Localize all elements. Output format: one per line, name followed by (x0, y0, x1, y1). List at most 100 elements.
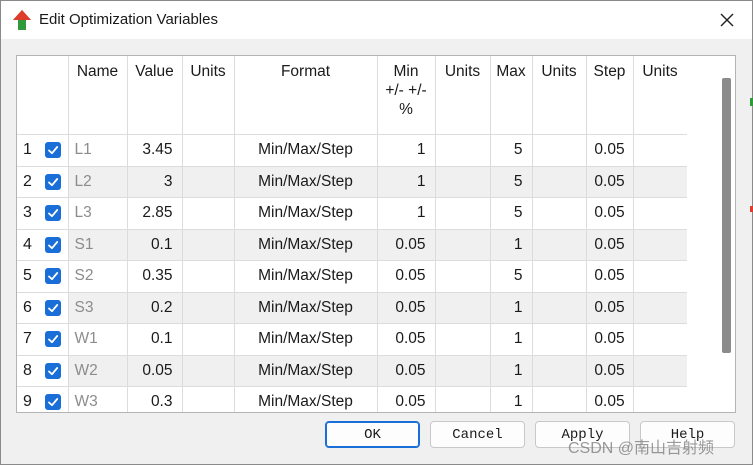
step-units-cell[interactable] (633, 229, 688, 261)
min-units-cell[interactable] (435, 197, 491, 230)
table-row[interactable]: 4 S1 0.1 Min/Max/Step 0.05 1 0.05 (17, 229, 688, 261)
name-cell[interactable]: L2 (68, 166, 128, 198)
step-cell[interactable]: 0.05 (586, 260, 634, 293)
enable-checkbox[interactable] (45, 236, 62, 253)
units-cell[interactable] (182, 386, 235, 412)
units-cell[interactable] (182, 292, 235, 324)
units-cell[interactable] (182, 134, 235, 167)
step-units-cell[interactable] (633, 260, 688, 293)
help-button[interactable]: Help (640, 421, 735, 448)
step-cell[interactable]: 0.05 (586, 355, 634, 387)
min-units-cell[interactable] (435, 260, 491, 293)
format-cell[interactable]: Min/Max/Step (234, 323, 378, 356)
enable-checkbox[interactable] (45, 205, 62, 222)
header-max[interactable]: Max (490, 56, 533, 135)
value-cell[interactable]: 0.1 (127, 229, 183, 261)
table-row[interactable]: 3 L3 2.85 Min/Max/Step 1 5 0.05 (17, 197, 688, 230)
format-cell[interactable]: Min/Max/Step (234, 355, 378, 387)
max-units-cell[interactable] (532, 292, 587, 324)
min-units-cell[interactable] (435, 386, 491, 412)
min-cell[interactable]: 0.05 (377, 355, 436, 387)
close-button[interactable] (714, 7, 740, 33)
table-row[interactable]: 2 L2 3 Min/Max/Step 1 5 0.05 (17, 166, 688, 198)
step-units-cell[interactable] (633, 323, 688, 356)
header-checkbox[interactable] (39, 56, 69, 135)
step-cell[interactable]: 0.05 (586, 197, 634, 230)
format-cell[interactable]: Min/Max/Step (234, 134, 378, 167)
units-cell[interactable] (182, 197, 235, 230)
enable-checkbox[interactable] (45, 142, 62, 159)
header-units[interactable]: Units (182, 56, 235, 135)
table-row[interactable]: 1 L1 3.45 Min/Max/Step 1 5 0.05 (17, 134, 688, 167)
enable-checkbox-cell[interactable] (39, 386, 69, 412)
step-units-cell[interactable] (633, 197, 688, 230)
max-cell[interactable]: 1 (490, 292, 533, 324)
value-cell[interactable]: 0.1 (127, 323, 183, 356)
name-cell[interactable]: S1 (68, 229, 128, 261)
min-units-cell[interactable] (435, 166, 491, 198)
value-cell[interactable]: 0.05 (127, 355, 183, 387)
header-step[interactable]: Step (586, 56, 634, 135)
value-cell[interactable]: 3 (127, 166, 183, 198)
max-cell[interactable]: 1 (490, 229, 533, 261)
format-cell[interactable]: Min/Max/Step (234, 197, 378, 230)
max-cell[interactable]: 1 (490, 323, 533, 356)
step-cell[interactable]: 0.05 (586, 166, 634, 198)
table-row[interactable]: 7 W1 0.1 Min/Max/Step 0.05 1 0.05 (17, 323, 688, 356)
enable-checkbox-cell[interactable] (39, 197, 69, 230)
min-cell[interactable]: 1 (377, 134, 436, 167)
step-cell[interactable]: 0.05 (586, 134, 634, 167)
format-cell[interactable]: Min/Max/Step (234, 260, 378, 293)
step-cell[interactable]: 0.05 (586, 323, 634, 356)
min-units-cell[interactable] (435, 323, 491, 356)
name-cell[interactable]: W2 (68, 355, 128, 387)
name-cell[interactable]: W3 (68, 386, 128, 412)
name-cell[interactable]: S2 (68, 260, 128, 293)
min-cell[interactable]: 0.05 (377, 386, 436, 412)
max-cell[interactable]: 1 (490, 355, 533, 387)
enable-checkbox-cell[interactable] (39, 260, 69, 293)
apply-button[interactable]: Apply (535, 421, 630, 448)
value-cell[interactable]: 0.3 (127, 386, 183, 412)
enable-checkbox[interactable] (45, 394, 62, 411)
name-cell[interactable]: W1 (68, 323, 128, 356)
step-units-cell[interactable] (633, 355, 688, 387)
header-name[interactable]: Name (68, 56, 128, 135)
step-units-cell[interactable] (633, 386, 688, 412)
min-cell[interactable]: 1 (377, 166, 436, 198)
max-units-cell[interactable] (532, 323, 587, 356)
max-units-cell[interactable] (532, 355, 587, 387)
enable-checkbox-cell[interactable] (39, 134, 69, 167)
min-cell[interactable]: 0.05 (377, 260, 436, 293)
table-row[interactable]: 5 S2 0.35 Min/Max/Step 0.05 5 0.05 (17, 260, 688, 293)
max-units-cell[interactable] (532, 386, 587, 412)
min-units-cell[interactable] (435, 292, 491, 324)
format-cell[interactable]: Min/Max/Step (234, 292, 378, 324)
enable-checkbox-cell[interactable] (39, 229, 69, 261)
enable-checkbox[interactable] (45, 173, 62, 190)
step-units-cell[interactable] (633, 134, 688, 167)
header-format[interactable]: Format (234, 56, 378, 135)
min-cell[interactable]: 0.05 (377, 292, 436, 324)
header-min[interactable]: Min +/- +/-% (377, 56, 436, 135)
max-units-cell[interactable] (532, 260, 587, 293)
enable-checkbox[interactable] (45, 362, 62, 379)
value-cell[interactable]: 2.85 (127, 197, 183, 230)
enable-checkbox-cell[interactable] (39, 166, 69, 198)
cancel-button[interactable]: Cancel (430, 421, 525, 448)
format-cell[interactable]: Min/Max/Step (234, 229, 378, 261)
min-cell[interactable]: 0.05 (377, 229, 436, 261)
header-value[interactable]: Value (127, 56, 183, 135)
table-row[interactable]: 8 W2 0.05 Min/Max/Step 0.05 1 0.05 (17, 355, 688, 387)
max-units-cell[interactable] (532, 197, 587, 230)
units-cell[interactable] (182, 166, 235, 198)
units-cell[interactable] (182, 260, 235, 293)
min-cell[interactable]: 1 (377, 197, 436, 230)
header-step-units[interactable]: Units (633, 56, 688, 135)
min-units-cell[interactable] (435, 229, 491, 261)
units-cell[interactable] (182, 355, 235, 387)
max-units-cell[interactable] (532, 229, 587, 261)
value-cell[interactable]: 3.45 (127, 134, 183, 167)
max-cell[interactable]: 5 (490, 260, 533, 293)
enable-checkbox-cell[interactable] (39, 355, 69, 387)
